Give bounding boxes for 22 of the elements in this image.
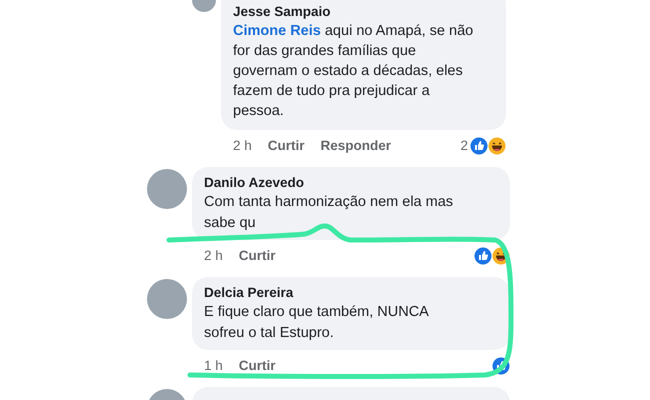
mention-link[interactable]: Cimone Reis	[233, 23, 321, 39]
like-link[interactable]: Curtir	[238, 247, 276, 265]
commenter-name[interactable]: Danilo Azevedo	[204, 174, 498, 192]
like-link[interactable]: Curtir	[238, 357, 276, 375]
thumbs-up-icon[interactable]	[474, 247, 492, 265]
comment-time: 2 h	[233, 137, 252, 155]
commenter-name[interactable]: Delcia Pereira	[204, 284, 498, 302]
laughing-emoji-icon[interactable]	[492, 247, 510, 265]
reaction-count: 2	[460, 137, 468, 155]
commenter-name[interactable]: Jesse Sampaio	[233, 3, 494, 21]
avatar-circle[interactable]	[147, 169, 187, 209]
reply-link[interactable]: Responder	[320, 137, 392, 155]
avatar-circle[interactable]	[147, 279, 187, 319]
thumbs-up-icon[interactable]	[492, 357, 510, 375]
comment-text: E fique claro que também, NUNCA sofreu o tal Estupro.	[204, 303, 430, 343]
comment-time: 2 h	[204, 247, 223, 265]
like-link[interactable]: Curtir	[268, 137, 305, 155]
thumbs-up-icon[interactable]	[470, 137, 488, 155]
comment-text: Com tanta harmonização nem ela mas sabe qu	[204, 193, 454, 233]
laughing-emoji-icon[interactable]	[488, 137, 506, 155]
comment-time: 1 h	[204, 357, 223, 375]
comment-text: Cimone Reis aqui no Amapá, se não for das grandes famílias que governam o estado a décadas, eles fazem de tudo pra prejudicar a pessoa.	[233, 22, 474, 121]
